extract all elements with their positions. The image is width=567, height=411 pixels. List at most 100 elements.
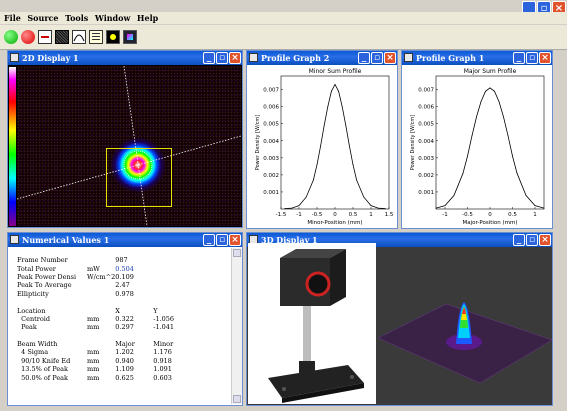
camera-on-stand-image [268,249,364,403]
x-tick-label: 0 [333,212,337,218]
profile-data-point [352,164,354,166]
window-icon [10,235,19,244]
value-label: Beam Width [17,340,58,349]
value-b [153,298,183,306]
profile-graph-1-titlebar[interactable]: Profile Graph 1 _ ▫ × [402,51,552,65]
value-unit: mW [87,264,100,273]
x-tick-label: 1 [369,212,373,218]
maximize-button[interactable]: ▫ [526,234,538,246]
profile-data-point [370,205,372,207]
toolbar [0,25,567,50]
value-b [153,256,183,264]
y-tick-label: 0.005 [263,122,279,128]
value-row [17,298,183,306]
minimize-button[interactable]: _ [203,234,215,246]
profile-graph-1-window: Profile Graph 1 _ ▫ × Major Sum Profile 0… [401,50,553,229]
x-tick-label: -0.5 [462,212,473,218]
value-b: 1.091 [153,365,172,374]
value-label: Peak [17,323,37,332]
profile-data-point [485,90,486,92]
minimize-button[interactable]: _ [358,52,370,64]
minor-profile-chart[interactable]: Minor Sum Profile 0.001 0.002 0.003 0.004 0.0… [247,66,397,228]
profile-data-point [512,155,513,157]
maximize-button[interactable]: ▫ [216,52,228,64]
numerical-values-titlebar[interactable]: Numerical Values 1 _ ▫ × [8,233,242,247]
y-tick-label: 0.007 [263,88,279,94]
y-tick-label: 0.006 [263,105,279,111]
profile-data-point [356,179,357,181]
x-tick-label: 0.5 [349,212,358,218]
menu-source[interactable]: Source [27,12,58,24]
value-b: 1.176 [153,348,172,357]
value-b [153,281,183,289]
menu-tools[interactable]: Tools [65,12,88,24]
values-table: Frame Number 987 Total Power mW 0.504 Peak Po… [17,256,183,382]
chart-title: Major Sum Profile [464,68,517,75]
value-row: 50.0% of Peak mm 0.625 0.603 [17,373,183,382]
close-button[interactable]: × [229,234,241,246]
menu-file[interactable]: File [4,12,21,24]
minimize-button[interactable]: _ [513,234,525,246]
beam-3d-plot[interactable] [376,248,552,405]
value-a: 0.940 [115,356,134,365]
close-button[interactable]: × [539,52,551,64]
display-3d-icon[interactable] [123,30,137,44]
x-axis-label: Major-Position (mm) [462,220,517,226]
value-row: 4 Sigma mm 1.202 1.176 [17,348,183,356]
profile-data-point [471,135,473,137]
profile-data-point [435,207,437,209]
minimize-button[interactable]: _ [513,52,525,64]
value-a: 2.47 [115,281,130,290]
vertical-scrollbar[interactable] [231,248,242,404]
value-b: Minor [153,340,174,349]
y-tick-label: 0.007 [418,88,434,94]
maximize-button[interactable]: ▫ [216,234,228,246]
value-label: 90/10 Knife Ed [17,356,71,365]
value-a [115,332,153,340]
maximize-button[interactable]: ▫ [526,52,538,64]
menu-help[interactable]: Help [137,12,158,24]
profile-graph-icon[interactable] [72,30,86,44]
close-button[interactable]: × [384,52,396,64]
numeric-values-icon[interactable] [89,30,103,44]
close-button[interactable]: × [539,234,551,246]
profile-data-point [498,101,500,102]
start-capture-button[interactable] [4,30,18,44]
window-title: Numerical Values 1 [22,235,110,245]
major-profile-chart[interactable]: Major Sum Profile 0.001 0.002 0.003 0.004 0.0… [402,66,552,228]
y-tick-label: 0.001 [263,190,279,196]
value-unit: mm [87,373,100,382]
beam-image[interactable] [17,66,241,226]
maximize-button[interactable]: ▫ [371,52,383,64]
value-unit [87,290,115,298]
value-b [153,290,183,298]
profile-data-point [462,172,464,174]
y-tick-label: 0.003 [263,156,279,162]
profile-data-point [323,125,325,126]
scroll-down-arrow[interactable] [233,395,241,403]
x-tick-label: 1 [533,212,537,218]
menu-window[interactable]: Window [95,12,131,24]
profile-data-point [305,196,307,198]
value-unit [87,306,115,314]
profile-data-point [377,207,379,209]
x-tick-label: 1.5 [385,212,394,218]
profile-data-point [334,84,336,85]
laser-source-icon[interactable] [38,30,52,44]
profile-data-point [543,207,545,209]
close-button[interactable]: × [229,52,241,64]
value-label: Total Power [17,264,56,273]
value-a: 0.978 [115,289,134,298]
profile-data-point [313,179,314,181]
profile-data-point [298,205,300,207]
minimize-button[interactable]: _ [203,52,215,64]
profile-graph-2-titlebar[interactable]: Profile Graph 2 _ ▫ × [247,51,397,65]
noise-image-icon[interactable] [55,30,69,44]
profile-data-point [467,155,468,157]
display-2d-titlebar[interactable]: 2D Display 1 _ ▫ × [8,51,242,65]
display-2d-icon[interactable] [106,30,120,44]
x-tick-label: -1.5 [276,212,287,218]
scroll-up-arrow[interactable] [233,249,241,257]
x-tick-label: -1 [442,212,447,218]
stop-capture-button[interactable] [21,30,35,44]
